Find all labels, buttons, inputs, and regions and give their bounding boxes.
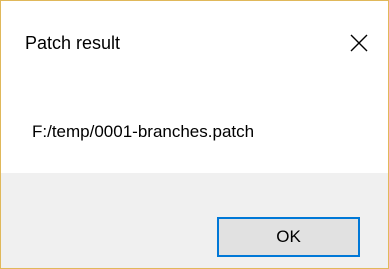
patch-result-dialog: Patch result F:/temp/0001-branches.patch… (0, 0, 389, 269)
ok-button[interactable]: OK (217, 217, 360, 257)
title-bar: Patch result (1, 1, 388, 81)
close-button[interactable] (330, 17, 388, 69)
close-icon (350, 34, 368, 52)
dialog-footer: OK (1, 173, 388, 268)
patch-file-path: F:/temp/0001-branches.patch (32, 122, 255, 141)
dialog-content: F:/temp/0001-branches.patch (1, 81, 388, 173)
dialog-title: Patch result (25, 33, 121, 53)
ok-button-label: OK (276, 227, 301, 246)
